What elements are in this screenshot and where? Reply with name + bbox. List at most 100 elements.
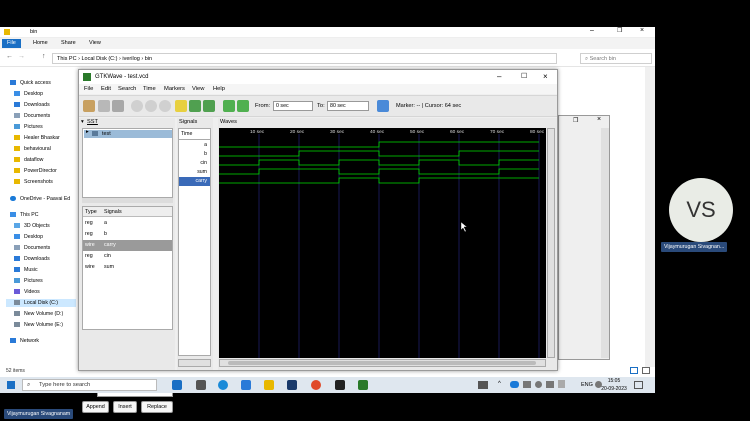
windows-start-icon[interactable]: [7, 381, 15, 389]
signal-name-cin[interactable]: cin: [179, 159, 210, 168]
tab-view[interactable]: View: [84, 39, 106, 48]
file-explorer-icon[interactable]: [264, 380, 274, 390]
zoom-end-icon[interactable]: [203, 100, 215, 112]
nav-item-downloads-2[interactable]: Downloads: [14, 255, 50, 263]
signal-row[interactable]: reg b: [83, 229, 172, 240]
breadcrumb-iverilog[interactable]: iverilog: [122, 56, 139, 62]
terminal-icon[interactable]: [335, 380, 345, 390]
zoom-fit-icon[interactable]: [131, 100, 143, 112]
paste-icon[interactable]: [112, 100, 124, 112]
notification-icon[interactable]: [634, 381, 643, 389]
close-icon[interactable]: ×: [543, 70, 548, 84]
cortana-icon[interactable]: [172, 380, 182, 390]
back-arrow-icon[interactable]: ←: [6, 53, 13, 60]
nav-item-desktop[interactable]: Desktop: [14, 90, 43, 98]
waves-hscroll-thumb[interactable]: [228, 361, 536, 365]
menu-markers[interactable]: Markers: [164, 84, 185, 94]
copy-icon[interactable]: [98, 100, 110, 112]
nav-item-network[interactable]: Network: [10, 337, 39, 345]
nav-item-this-pc[interactable]: This PC: [10, 211, 38, 219]
tree-expander-icon[interactable]: ▸: [86, 129, 89, 135]
tree-item-test[interactable]: ▸ test: [84, 129, 172, 138]
clock[interactable]: 15:05 20-09-2023: [601, 377, 627, 393]
menu-view[interactable]: View: [192, 84, 204, 94]
nav-item-new-volume-e[interactable]: New Volume (E:): [14, 321, 63, 329]
signal-name-time[interactable]: Time: [179, 130, 210, 139]
battery-icon[interactable]: [523, 381, 531, 388]
signals-hscrollbar[interactable]: [178, 359, 211, 367]
next-edge-icon[interactable]: [237, 100, 249, 112]
tab-home[interactable]: Home: [28, 39, 53, 48]
chevron-up-icon[interactable]: ^: [498, 381, 501, 387]
mail-icon[interactable]: [241, 380, 251, 390]
type-column-header[interactable]: Type: [85, 207, 97, 217]
maximize-icon[interactable]: ☐: [521, 70, 527, 84]
pane-splitter[interactable]: [82, 198, 173, 203]
nav-item-pictures[interactable]: Pictures: [14, 123, 43, 131]
nav-item-screenshots[interactable]: Screenshots: [14, 178, 53, 186]
breadcrumb-bin[interactable]: bin: [145, 56, 152, 62]
network-icon[interactable]: [535, 381, 542, 388]
minimize-icon[interactable]: –: [590, 27, 594, 34]
close-icon[interactable]: ×: [597, 116, 601, 123]
nav-item-dataflow[interactable]: dataflow: [14, 156, 43, 164]
maximize-icon[interactable]: ❐: [573, 117, 578, 124]
reload-icon[interactable]: [377, 100, 389, 112]
sst-expander-icon[interactable]: ▾: [81, 118, 84, 127]
nav-item-local-disk-c[interactable]: Local Disk (C:): [6, 299, 76, 307]
keyboard-icon[interactable]: [478, 381, 488, 389]
signals-column-header[interactable]: Signals: [104, 207, 122, 217]
nav-item-documents[interactable]: Documents: [14, 112, 50, 120]
signal-name-sum[interactable]: sum: [179, 168, 210, 177]
breadcrumb-local-disk[interactable]: Local Disk (C:): [81, 56, 117, 62]
chrome-icon[interactable]: [311, 380, 321, 390]
nav-item-3d-objects[interactable]: 3D Objects: [14, 222, 50, 230]
search-bin-input[interactable]: ⌕ Search bin: [580, 53, 652, 64]
onedrive-icon[interactable]: [510, 381, 519, 388]
nav-item-documents-2[interactable]: Documents: [14, 244, 50, 252]
nav-item-desktop-2[interactable]: Desktop: [14, 233, 43, 241]
close-icon[interactable]: ×: [640, 27, 644, 34]
taskbar-search-box[interactable]: ⌕ Type here to search: [22, 379, 157, 391]
edge-icon[interactable]: [218, 380, 228, 390]
tab-file[interactable]: File: [2, 39, 21, 48]
replace-button[interactable]: Replace: [141, 401, 173, 413]
explorer-scrollbar[interactable]: [645, 67, 655, 367]
maximize-icon[interactable]: ❐: [617, 27, 622, 34]
volume-icon[interactable]: [546, 381, 554, 388]
waveform-canvas[interactable]: 10 sec 20 sec 30 sec 40 sec 50 sec 60 sec 70 s…: [219, 128, 546, 358]
nav-item-pictures-2[interactable]: Pictures: [14, 277, 43, 285]
signal-row-selected[interactable]: wire carry: [83, 240, 172, 251]
nav-item-quick-access[interactable]: Quick access: [10, 79, 51, 87]
from-time-input[interactable]: 0 sec: [273, 101, 313, 111]
waves-vscrollbar[interactable]: [547, 128, 555, 358]
cut-icon[interactable]: [83, 100, 95, 112]
menu-search[interactable]: Search: [118, 84, 136, 94]
zoom-in-icon[interactable]: [145, 100, 157, 112]
signal-row[interactable]: wire sum: [83, 262, 172, 273]
menu-help[interactable]: Help: [213, 84, 225, 94]
nav-item-new-volume-d[interactable]: New Volume (D:): [14, 310, 63, 318]
nav-item-behavioural[interactable]: behavioural: [14, 145, 51, 153]
menu-time[interactable]: Time: [143, 84, 156, 94]
nav-item-videos[interactable]: Videos: [14, 288, 40, 296]
waves-hscrollbar[interactable]: [219, 359, 546, 367]
forward-arrow-icon[interactable]: →: [18, 53, 25, 60]
insert-button[interactable]: Insert: [113, 401, 137, 413]
language-indicator[interactable]: ENG: [581, 380, 593, 390]
large-icons-view-icon[interactable]: [642, 367, 650, 374]
up-arrow-icon[interactable]: ↑: [42, 53, 46, 60]
signal-row[interactable]: reg a: [83, 218, 172, 229]
zoom-out-icon[interactable]: [159, 100, 171, 112]
signal-row[interactable]: reg cin: [83, 251, 172, 262]
nav-item-downloads[interactable]: Downloads: [14, 101, 50, 109]
previous-edge-icon[interactable]: [223, 100, 235, 112]
breadcrumb-this-pc[interactable]: This PC: [57, 56, 77, 62]
tab-share[interactable]: Share: [56, 39, 81, 48]
nav-item-healer-bhaskar[interactable]: Healer Bhaskar: [14, 134, 60, 142]
photoshop-icon[interactable]: [287, 380, 297, 390]
menu-edit[interactable]: Edit: [101, 84, 111, 94]
task-view-icon[interactable]: [196, 380, 206, 390]
signal-name-carry-selected[interactable]: carry: [179, 177, 210, 186]
menu-file[interactable]: File: [84, 84, 93, 94]
